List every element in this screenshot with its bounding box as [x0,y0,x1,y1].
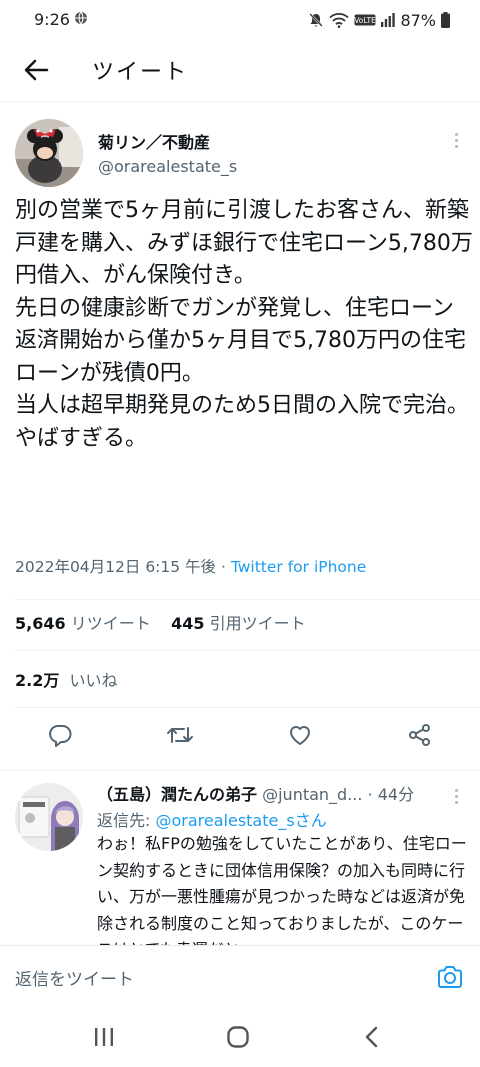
quotes-count: 445 [171,614,205,633]
tweet-actions [0,715,480,755]
battery-icon [441,12,450,28]
quotes-link[interactable]: 445 引用ツイート [171,614,306,633]
meta-separator: · [216,558,231,576]
reply-avatar[interactable] [15,783,83,851]
divider [15,599,480,600]
author-handle[interactable]: @orarealestate_s [98,157,237,176]
author-name[interactable]: 菊リン／不動産 [98,129,210,153]
reply-avatar-image [15,783,83,851]
retweet-button[interactable] [166,721,194,749]
back-nav-button[interactable] [358,1023,386,1051]
tweet-meta: 2022年04月12日 6:15 午後 · Twitter for iPhone [15,555,366,577]
recent-apps-button[interactable] [90,1023,118,1051]
reply-text: わぉ！私FPの勉強をしていたことがあり、住宅ローン契約するときに団体信用保険？の… [97,834,467,945]
camera-icon [438,966,462,988]
battery-percent: 87% [400,10,436,30]
share-button[interactable] [406,721,434,749]
retweet-stats: 5,646 リツイート 445 引用ツイート [15,610,306,634]
divider [15,707,480,708]
reply-icon [49,725,72,747]
mute-icon [309,13,324,27]
status-bar: 9:26 VoLTE 87% [0,0,480,40]
retweets-count: 5,646 [15,614,66,633]
replying-mention[interactable]: @orarealestate_s [155,811,294,830]
wifi-icon [329,13,350,28]
svg-text:VoLTE: VoLTE [355,16,377,25]
like-icon [290,726,310,745]
reply-author-name[interactable]: （五島）潤たんの弟子 [97,785,257,804]
tweet-source[interactable]: Twitter for iPhone [231,558,366,576]
reply-author-handle[interactable]: @juntan_d... [262,785,362,804]
back-icon [365,1026,378,1048]
reply-compose-input[interactable]: 返信をツイート [15,965,134,990]
quotes-label: 引用ツイート [209,614,306,633]
status-icons: VoLTE 87% [308,9,450,31]
reply-button[interactable] [46,721,74,749]
divider [15,650,480,651]
more-vertical-icon[interactable] [446,785,466,807]
page-title: ツイート [92,60,189,85]
replying-prefix: 返信先: [97,811,156,830]
author-avatar[interactable] [15,119,83,187]
signal-icon [381,13,396,27]
tweet-timestamp[interactable]: 2022年04月12日 6:15 午後 [15,558,216,576]
back-arrow-icon [24,59,49,81]
more-vertical-icon[interactable] [446,129,466,151]
reply-age: · 44分 [367,785,415,804]
reply-header: （五島）潤たんの弟子 @juntan_d... · 44分 [97,781,437,805]
globe-icon [75,11,87,25]
home-icon [227,1026,249,1048]
retweets-link[interactable]: 5,646 リツイート [15,614,151,633]
share-icon [409,724,430,746]
like-button[interactable] [286,721,314,749]
likes-label: いいね [69,671,118,690]
status-time: 9:26 [34,10,70,29]
top-app-bar: ツイート [0,40,480,102]
system-nav-bar [0,1007,480,1067]
replying-to: 返信先: @orarealestate_sさん [97,807,327,831]
avatar-image [15,119,83,187]
retweet-icon [167,727,193,743]
tweet-text: 別の営業で5ヶ月前に引渡したお客さん、新築戸建を購入、みずほ銀行で住宅ローン5,… [15,198,473,451]
retweets-label: リツイート [70,614,151,633]
back-button[interactable] [20,54,52,86]
camera-button[interactable] [436,963,464,991]
reply-tweet[interactable]: （五島）潤たんの弟子 @juntan_d... · 44分 返信先: @orar… [0,770,480,945]
replying-suffix: さん [294,811,327,830]
reply-compose-bar[interactable]: 返信をツイート [0,945,480,1007]
likes-link[interactable]: 2.2万 いいね [15,667,118,691]
home-button[interactable] [224,1023,252,1051]
volte-icon: VoLTE [355,14,377,26]
recent-apps-icon [95,1028,113,1046]
likes-count: 2.2万 [15,671,60,690]
